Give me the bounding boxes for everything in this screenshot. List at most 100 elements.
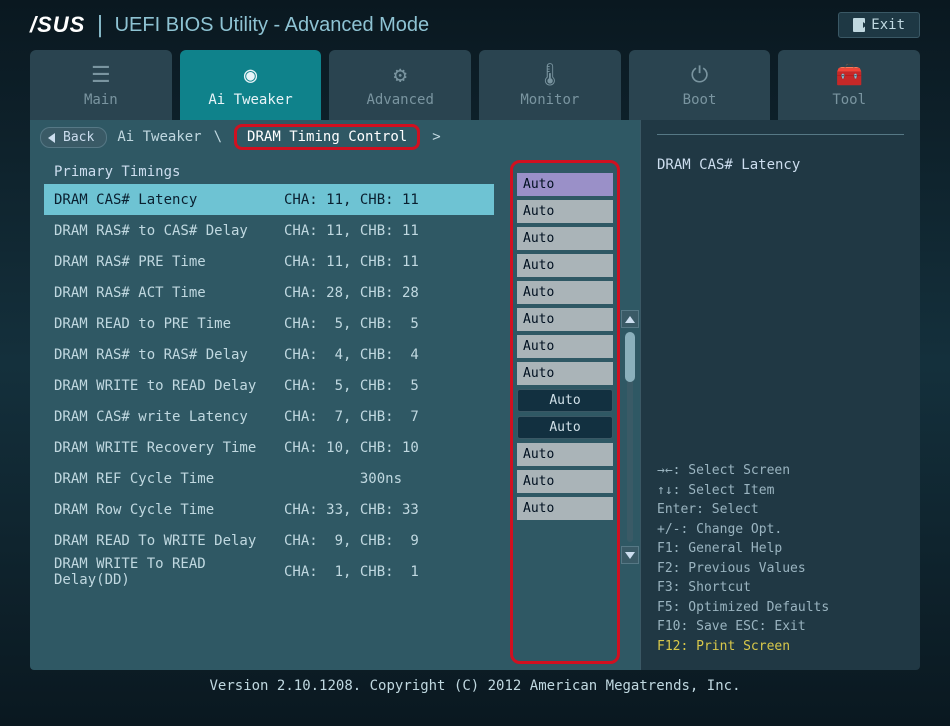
breadcrumb: Back Ai Tweaker \ DRAM Timing Control > bbox=[30, 120, 640, 154]
setting-name: DRAM CAS# write Latency bbox=[54, 409, 284, 425]
setting-name: DRAM WRITE Recovery Time bbox=[54, 440, 284, 456]
setting-row[interactable]: DRAM Row Cycle TimeCHA: 33, CHB: 33 bbox=[44, 494, 494, 525]
hint-line: →←: Select Screen bbox=[657, 461, 904, 481]
hint-highlight: F12: Print Screen bbox=[657, 637, 904, 657]
content: Back Ai Tweaker \ DRAM Timing Control > … bbox=[0, 120, 950, 670]
scrollbar[interactable] bbox=[620, 160, 640, 664]
exit-button[interactable]: Exit bbox=[838, 12, 920, 38]
value-field[interactable]: Auto bbox=[517, 281, 613, 304]
settings-list: Primary Timings DRAM CAS# LatencyCHA: 11… bbox=[30, 160, 500, 664]
setting-info: CHA: 11, CHB: 11 bbox=[284, 254, 444, 270]
asus-logo: /SUS bbox=[30, 12, 85, 38]
tab-label: Monitor bbox=[520, 92, 579, 108]
scroll-down-button[interactable] bbox=[621, 546, 639, 564]
tab-label: Boot bbox=[683, 92, 717, 108]
setting-name: DRAM READ to PRE Time bbox=[54, 316, 284, 332]
setting-row[interactable]: DRAM RAS# PRE TimeCHA: 11, CHB: 11 bbox=[44, 246, 494, 277]
arrow-up-icon bbox=[625, 316, 635, 323]
setting-name: DRAM REF Cycle Time bbox=[54, 471, 284, 487]
value-field[interactable]: Auto bbox=[517, 227, 613, 250]
tab-icon: ⏻ bbox=[691, 62, 708, 88]
scroll-track[interactable] bbox=[627, 332, 633, 542]
setting-name: DRAM CAS# Latency bbox=[54, 192, 284, 208]
tab-tool[interactable]: 🧰 Tool bbox=[778, 50, 920, 120]
setting-name: DRAM WRITE to READ Delay bbox=[54, 378, 284, 394]
tab-label: Main bbox=[84, 92, 118, 108]
arrow-down-icon bbox=[625, 552, 635, 559]
setting-name: DRAM RAS# ACT Time bbox=[54, 285, 284, 301]
tab-icon: 🧰 bbox=[835, 62, 862, 88]
breadcrumb-parent[interactable]: Ai Tweaker bbox=[117, 129, 201, 145]
value-dropdown[interactable]: Auto bbox=[517, 389, 613, 412]
header-bar: /SUS | UEFI BIOS Utility - Advanced Mode… bbox=[0, 0, 950, 50]
setting-info: CHA: 33, CHB: 33 bbox=[284, 502, 444, 518]
setting-name: DRAM Row Cycle Time bbox=[54, 502, 284, 518]
settings-body: Primary Timings DRAM CAS# LatencyCHA: 11… bbox=[30, 154, 640, 670]
breadcrumb-current: DRAM Timing Control bbox=[234, 124, 420, 150]
setting-row[interactable]: DRAM RAS# to RAS# DelayCHA: 4, CHB: 4 bbox=[44, 339, 494, 370]
setting-row[interactable]: DRAM READ To WRITE DelayCHA: 9, CHB: 9 bbox=[44, 525, 494, 556]
section-header: Primary Timings bbox=[44, 160, 494, 184]
setting-name: DRAM RAS# PRE Time bbox=[54, 254, 284, 270]
setting-row[interactable]: DRAM WRITE To READ Delay(DD)CHA: 1, CHB:… bbox=[44, 556, 494, 587]
value-field[interactable]: Auto bbox=[517, 200, 613, 223]
setting-name: DRAM READ To WRITE Delay bbox=[54, 533, 284, 549]
tab-ai-tweaker[interactable]: ◉ Ai Tweaker bbox=[180, 50, 322, 120]
back-label: Back bbox=[63, 130, 94, 145]
hint-line: ↑↓: Select Item bbox=[657, 481, 904, 501]
value-dropdown[interactable]: Auto bbox=[517, 416, 613, 439]
setting-row[interactable]: DRAM WRITE to READ DelayCHA: 5, CHB: 5 bbox=[44, 370, 494, 401]
scroll-up-button[interactable] bbox=[621, 310, 639, 328]
hint-line: F2: Previous Values bbox=[657, 559, 904, 579]
help-hints: →←: Select Screen↑↓: Select ItemEnter: S… bbox=[657, 461, 904, 656]
value-field[interactable]: Auto bbox=[517, 470, 613, 493]
setting-row[interactable]: DRAM CAS# write LatencyCHA: 7, CHB: 7 bbox=[44, 401, 494, 432]
setting-row[interactable]: DRAM WRITE Recovery TimeCHA: 10, CHB: 10 bbox=[44, 432, 494, 463]
setting-info: CHA: 9, CHB: 9 bbox=[284, 533, 444, 549]
tab-boot[interactable]: ⏻ Boot bbox=[629, 50, 771, 120]
value-field[interactable]: Auto bbox=[517, 254, 613, 277]
value-field[interactable]: Auto bbox=[517, 443, 613, 466]
setting-info: CHA: 1, CHB: 1 bbox=[284, 564, 444, 580]
setting-info: CHA: 5, CHB: 5 bbox=[284, 378, 444, 394]
tab-main[interactable]: ☰Main bbox=[30, 50, 172, 120]
tab-icon: ⚙ bbox=[394, 62, 407, 88]
setting-row[interactable]: DRAM RAS# to CAS# DelayCHA: 11, CHB: 11 bbox=[44, 215, 494, 246]
scroll-thumb[interactable] bbox=[625, 332, 635, 382]
help-panel: DRAM CAS# Latency →←: Select Screen↑↓: S… bbox=[640, 120, 920, 670]
footer: Version 2.10.1208. Copyright (C) 2012 Am… bbox=[0, 670, 950, 702]
setting-row[interactable]: DRAM RAS# ACT TimeCHA: 28, CHB: 28 bbox=[44, 277, 494, 308]
hint-line: +/-: Change Opt. bbox=[657, 520, 904, 540]
setting-name: DRAM WRITE To READ Delay(DD) bbox=[54, 556, 284, 588]
help-title: DRAM CAS# Latency bbox=[657, 134, 904, 173]
tab-bar: ☰Main ◉ Ai Tweaker ⚙ Advanced 🌡 Monitor ⏻ Boot 🧰 T… bbox=[0, 50, 950, 120]
tab-icon: ◉ bbox=[244, 62, 257, 88]
tab-monitor[interactable]: 🌡 Monitor bbox=[479, 50, 621, 120]
value-field[interactable]: Auto bbox=[517, 173, 613, 196]
tab-advanced[interactable]: ⚙ Advanced bbox=[329, 50, 471, 120]
setting-info: CHA: 28, CHB: 28 bbox=[284, 285, 444, 301]
value-field[interactable]: Auto bbox=[517, 335, 613, 358]
tab-icon: 🌡 bbox=[536, 62, 564, 88]
value-field[interactable]: Auto bbox=[517, 497, 613, 520]
hint-line: Enter: Select bbox=[657, 500, 904, 520]
back-button[interactable]: Back bbox=[40, 127, 107, 148]
setting-row[interactable]: DRAM READ to PRE TimeCHA: 5, CHB: 5 bbox=[44, 308, 494, 339]
setting-info: CHA: 10, CHB: 10 bbox=[284, 440, 444, 456]
setting-info: 300ns bbox=[284, 471, 444, 487]
setting-row[interactable]: DRAM REF Cycle Time 300ns bbox=[44, 463, 494, 494]
tab-label: Ai Tweaker bbox=[208, 92, 292, 108]
tab-label: Advanced bbox=[366, 92, 433, 108]
exit-label: Exit bbox=[871, 17, 905, 33]
value-column-highlight: Auto Auto Auto Auto Auto Auto Auto Auto Auto Auto… bbox=[510, 160, 620, 664]
setting-info: CHA: 4, CHB: 4 bbox=[284, 347, 444, 363]
setting-info: CHA: 11, CHB: 11 bbox=[284, 192, 444, 208]
setting-row[interactable]: DRAM CAS# LatencyCHA: 11, CHB: 11 bbox=[44, 184, 494, 215]
tab-label: Tool bbox=[832, 92, 866, 108]
value-field[interactable]: Auto bbox=[517, 308, 613, 331]
hint-line: F10: Save ESC: Exit bbox=[657, 617, 904, 637]
value-field[interactable]: Auto bbox=[517, 362, 613, 385]
exit-icon bbox=[853, 18, 865, 32]
setting-name: DRAM RAS# to RAS# Delay bbox=[54, 347, 284, 363]
settings-panel: Back Ai Tweaker \ DRAM Timing Control > … bbox=[30, 120, 640, 670]
